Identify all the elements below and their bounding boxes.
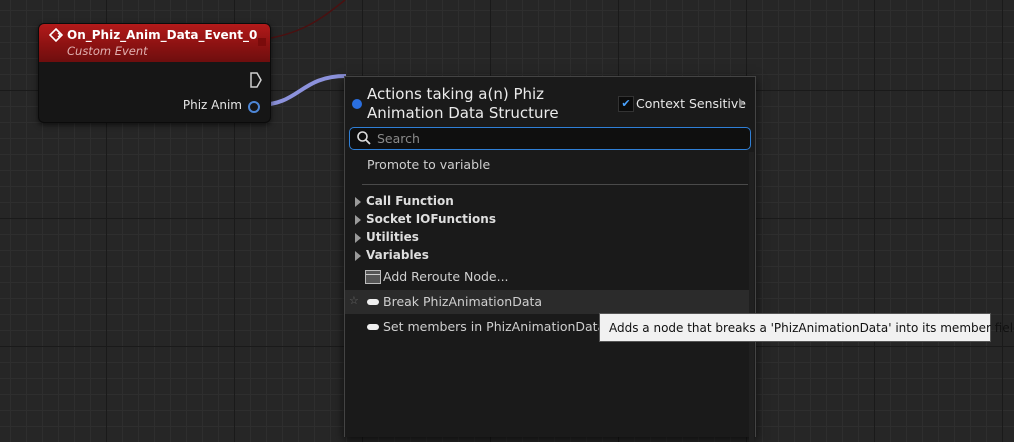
- event-node-title: On_Phiz_Anim_Data_Event_0: [67, 28, 258, 42]
- action-break-phizanimationdata[interactable]: ☆ Break PhizAnimationData: [345, 290, 749, 314]
- category-label: Call Function: [366, 194, 454, 208]
- search-box: [349, 127, 751, 150]
- reroute-label: Add Reroute Node...: [383, 269, 509, 284]
- menu-title: Actions taking a(n) Phiz Animation Data …: [367, 85, 559, 122]
- context-action-menu: Actions taking a(n) Phiz Animation Data …: [344, 76, 756, 442]
- search-icon: [356, 130, 372, 146]
- custom-event-node[interactable]: On_Phiz_Anim_Data_Event_0 Custom Event P…: [38, 23, 271, 123]
- context-sensitive-checkbox[interactable]: ✔: [618, 96, 634, 112]
- struct-pill-icon: [367, 299, 379, 305]
- exec-output-pin-icon[interactable]: [250, 72, 262, 92]
- category-label: Variables: [366, 248, 429, 262]
- expand-triangle-icon: [355, 196, 361, 207]
- category-label: Utilities: [366, 230, 419, 244]
- delegate-pin-icon[interactable]: [258, 38, 266, 46]
- expand-triangle-icon: [355, 214, 361, 225]
- struct-wire[interactable]: [257, 74, 347, 107]
- action-tooltip: Adds a node that breaks a 'PhizAnimation…: [599, 313, 1014, 342]
- action-label: Set members in PhizAnimationData: [383, 319, 606, 334]
- phiz-anim-output-pin[interactable]: [248, 101, 260, 113]
- struct-type-icon: [352, 99, 362, 109]
- promote-to-variable-item[interactable]: Promote to variable: [367, 157, 490, 172]
- add-reroute-node-item[interactable]: Add Reroute Node...: [345, 265, 749, 289]
- exec-wire: [257, 0, 346, 41]
- favorite-star-icon[interactable]: ☆: [349, 294, 359, 307]
- menu-separator: [362, 184, 748, 185]
- struct-pill-icon: [367, 324, 379, 330]
- category-label: Socket IOFunctions: [366, 212, 496, 226]
- expand-triangle-icon: [355, 232, 361, 243]
- menu-scrollbar[interactable]: [749, 152, 754, 442]
- expand-triangle-icon: [355, 250, 361, 261]
- context-sensitive-label: Context Sensitive: [636, 96, 746, 111]
- search-input[interactable]: [377, 128, 737, 149]
- action-label: Break PhizAnimationData: [383, 294, 543, 309]
- event-diamond-icon: [48, 27, 64, 43]
- menu-expand-arrow-icon[interactable]: [739, 98, 744, 108]
- category-socket-iofunctions[interactable]: Socket IOFunctions: [355, 212, 496, 226]
- phiz-anim-pin-label: Phiz Anim: [182, 98, 242, 112]
- event-node-header[interactable]: On_Phiz_Anim_Data_Event_0 Custom Event: [39, 24, 270, 62]
- event-node-subtitle: Custom Event: [67, 44, 148, 58]
- category-call-function[interactable]: Call Function: [355, 194, 454, 208]
- category-utilities[interactable]: Utilities: [355, 230, 419, 244]
- category-variables[interactable]: Variables: [355, 248, 429, 262]
